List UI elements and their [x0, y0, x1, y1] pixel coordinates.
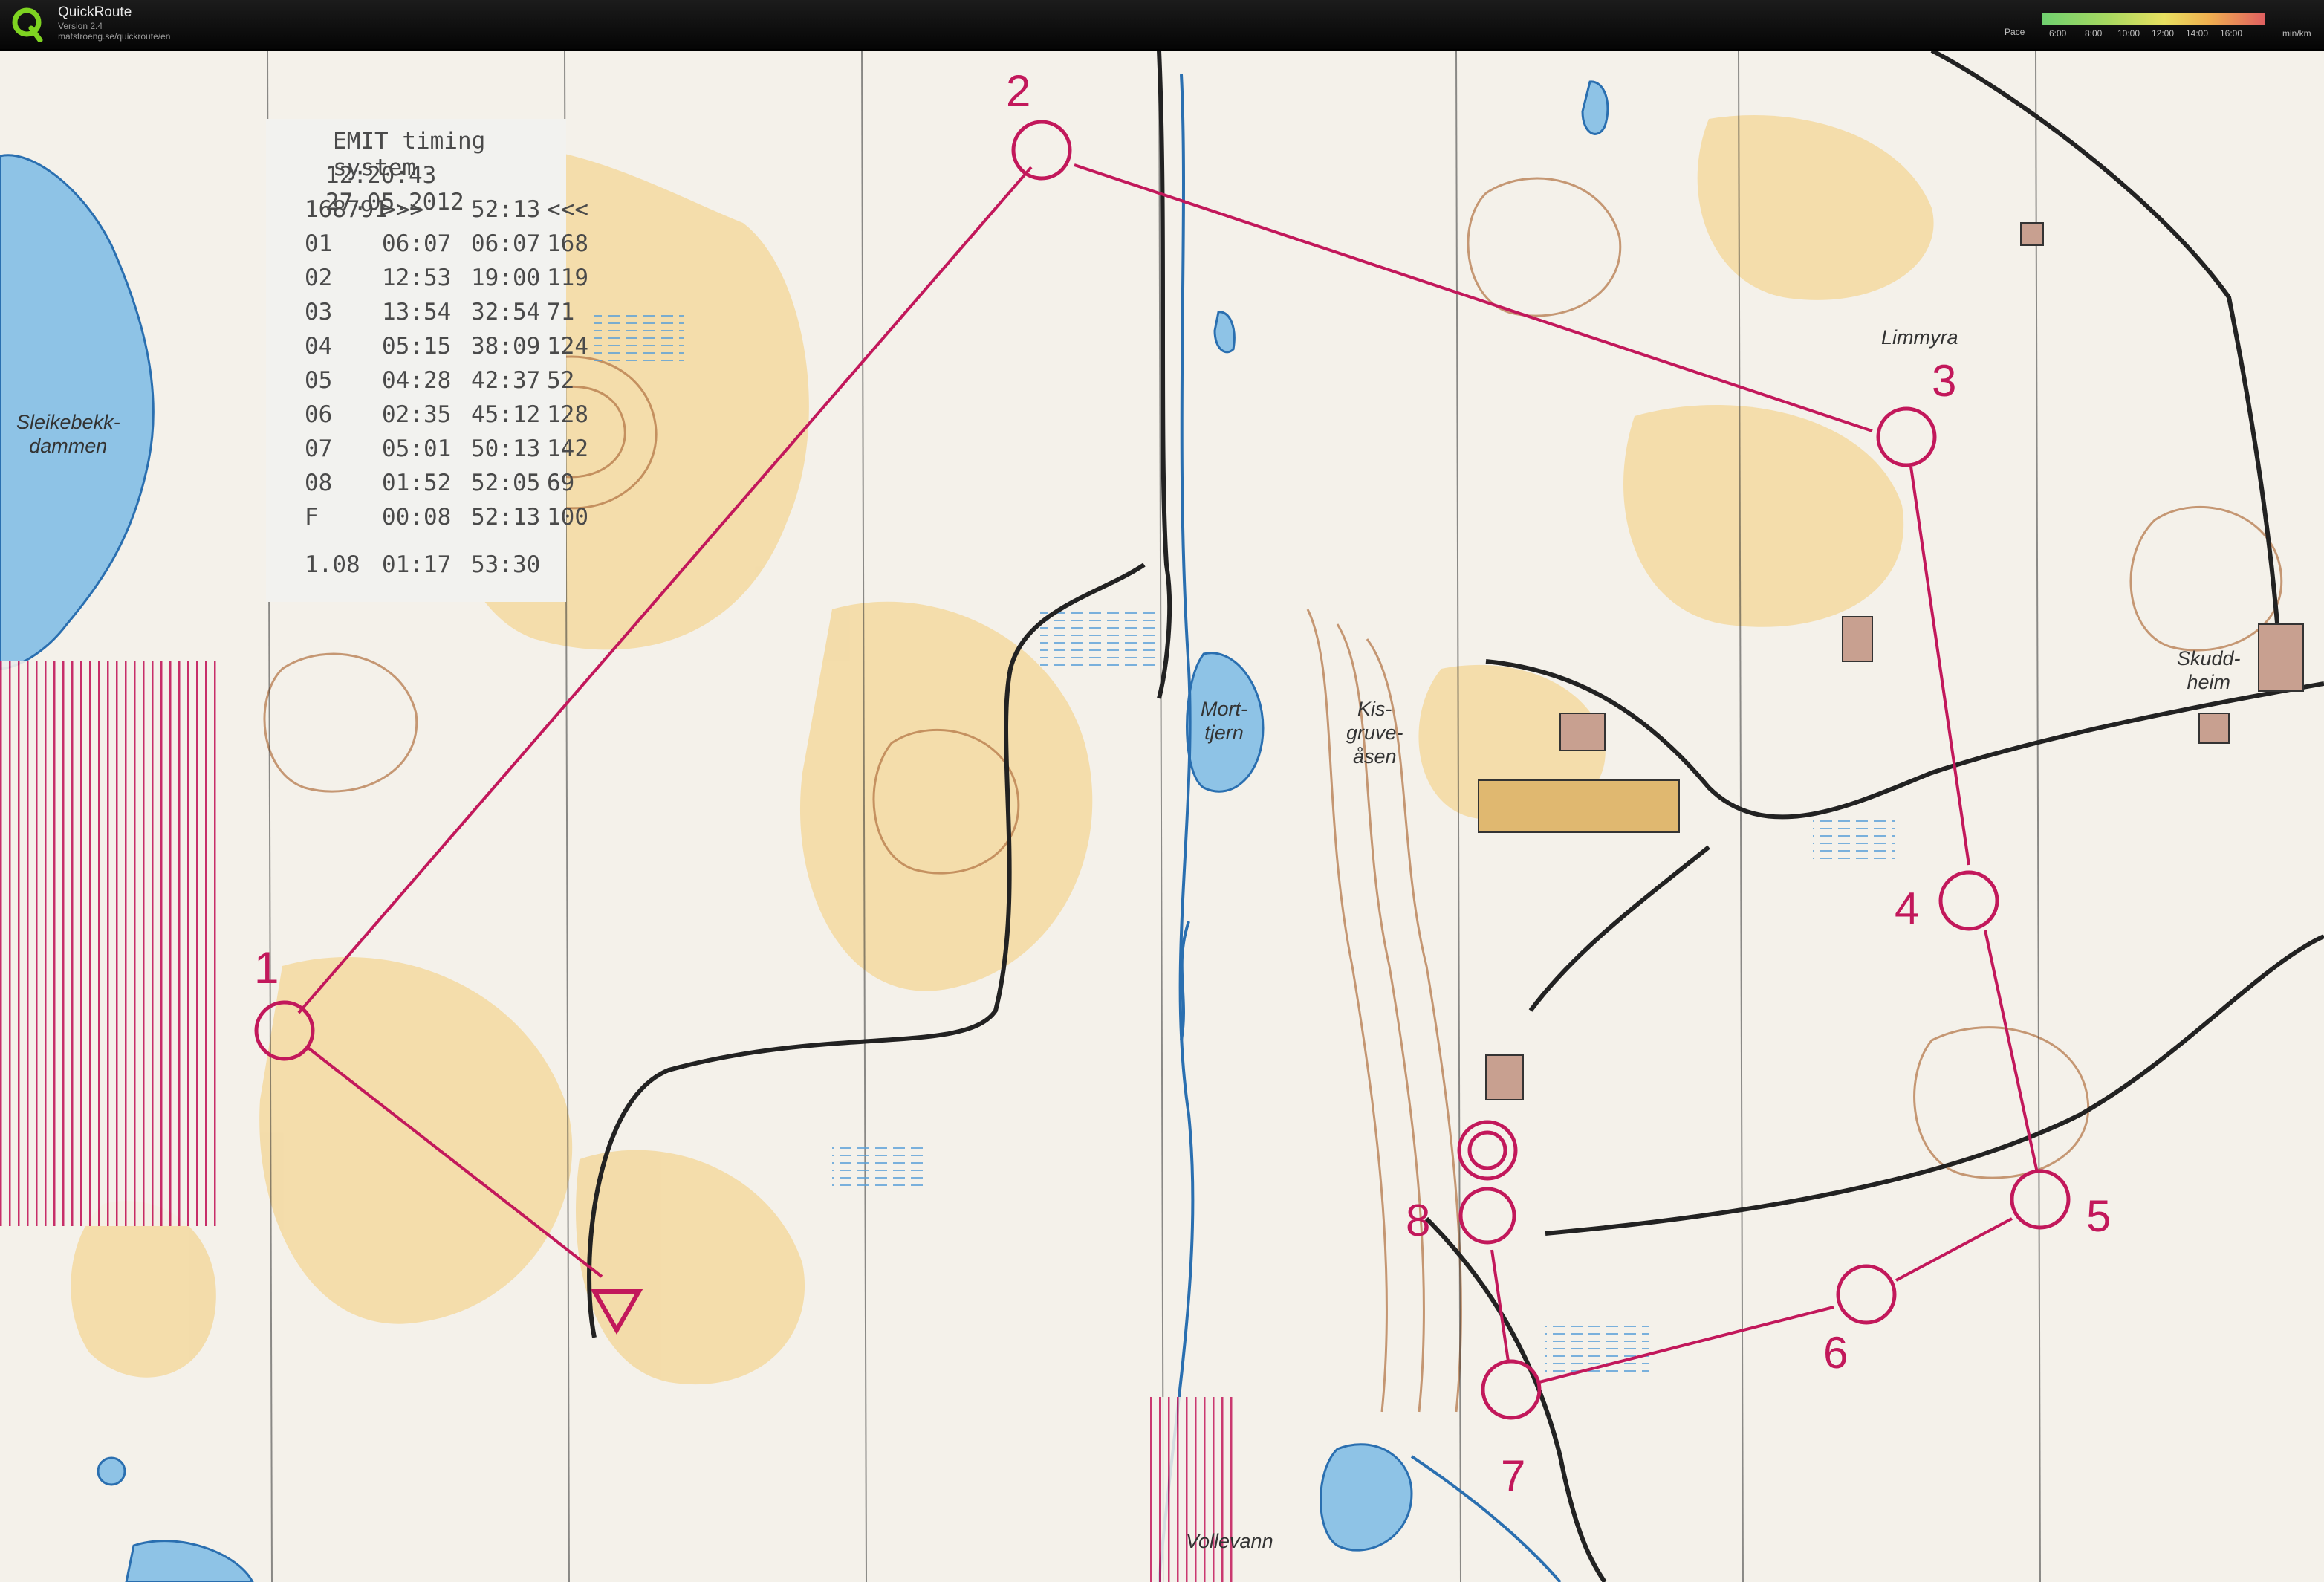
control-number-6: 6 — [1823, 1328, 1849, 1378]
title-bar: QuickRoute Version 2.4 matstroeng.se/qui… — [0, 0, 2324, 51]
place-name-morttjern: Mort- tjern — [1201, 698, 1247, 744]
pace-tick: 16:00 — [2220, 28, 2243, 39]
pace-unit: min/km — [2282, 28, 2311, 39]
control-number-7: 7 — [1501, 1451, 1526, 1501]
pace-label: Pace — [2005, 27, 2025, 37]
pace-tick: 14:00 — [2186, 28, 2209, 39]
place-name-kisgruveasen: Kis- gruve- åsen — [1346, 698, 1403, 768]
control-number-5: 5 — [2086, 1191, 2112, 1241]
control-number-3: 3 — [1932, 356, 1957, 406]
app-name: QuickRoute — [58, 4, 132, 20]
control-number-1: 1 — [254, 943, 279, 993]
pace-tick: 6:00 — [2049, 28, 2067, 39]
control-number-4: 4 — [1895, 884, 1920, 933]
timing-receipt: EMIT timing system 12:20:43 27.05.2012 1… — [266, 119, 588, 602]
pace-tick: 12:00 — [2152, 28, 2175, 39]
out-of-bounds-area — [0, 661, 223, 1226]
place-name-skuddheim: Skudd- heim — [2177, 647, 2241, 693]
pace-color-scale — [2042, 13, 2265, 25]
control-number-8: 8 — [1406, 1196, 1431, 1245]
orienteering-map[interactable]: EMIT timing system 12:20:43 27.05.2012 1… — [0, 51, 2324, 1582]
control-number-2: 2 — [1006, 66, 1031, 116]
app-version: Version 2.4 — [58, 21, 103, 31]
pace-tick: 8:00 — [2085, 28, 2103, 39]
quickroute-logo-icon — [12, 7, 43, 42]
place-name-sleikebekkdammen: Sleikebekk- dammen — [16, 411, 120, 457]
app-url: matstroeng.se/quickroute/en — [58, 31, 171, 42]
out-of-bounds-area — [1144, 1397, 1233, 1582]
pace-tick: 10:00 — [2117, 28, 2140, 39]
place-name-limmyra: Limmyra — [1881, 326, 1958, 349]
place-name-vollevann: Vollevann — [1186, 1530, 1273, 1552]
